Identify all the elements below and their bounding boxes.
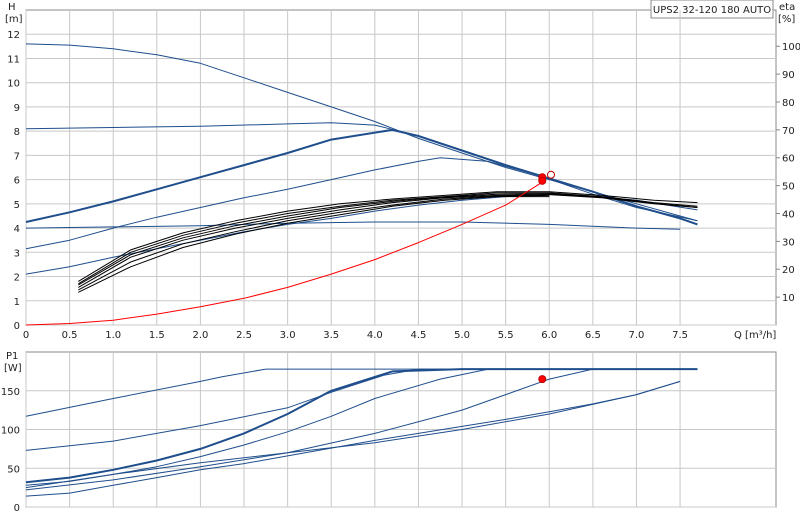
h-tick-label: 11	[7, 54, 20, 65]
h-tick-label: 0	[14, 321, 20, 332]
h-tick-label: 8	[14, 127, 20, 138]
h-axis-unit: [m]	[5, 14, 23, 25]
x-tick-label: 2.5	[236, 330, 252, 341]
eta-tick-label: 80	[782, 98, 795, 109]
eta-tick-label: 70	[782, 126, 795, 137]
p1-axis-label: P1	[6, 351, 18, 362]
power-operating-point-1	[538, 375, 547, 384]
q-axis-label: Q [m³/h]	[734, 330, 776, 341]
x-tick-label: 0	[23, 330, 29, 341]
x-tick-label: 5.5	[498, 330, 514, 341]
x-tick-label: 6.0	[541, 330, 557, 341]
x-tick-label: 7.0	[629, 330, 645, 341]
h-tick-label: 4	[14, 224, 20, 235]
x-tick-label: 3.0	[280, 330, 296, 341]
x-tick-label: 6.5	[585, 330, 601, 341]
p1-tick-label: 150	[1, 387, 20, 398]
p1-axis-unit: [W]	[4, 363, 22, 374]
x-tick-label: 2.0	[192, 330, 208, 341]
h-tick-label: 12	[7, 30, 20, 41]
eta-tick-label: 90	[782, 70, 795, 81]
h-tick-label: 3	[14, 248, 20, 259]
h-tick-label: 2	[14, 273, 20, 284]
h-tick-label: 6	[14, 176, 20, 187]
h-tick-label: 1	[14, 297, 20, 308]
h-tick-label: 5	[14, 200, 20, 211]
eta-tick-label: 30	[782, 237, 795, 248]
h-tick-label: 10	[7, 79, 20, 90]
model-label: UPS2 32-120 180 AUTO	[653, 5, 771, 16]
x-tick-label: 4.5	[410, 330, 426, 341]
p1-tick-label: 50	[7, 464, 20, 475]
head-operating-point-3	[547, 170, 555, 179]
eta-tick-label: 50	[782, 182, 795, 193]
head-operating-point-2	[538, 176, 547, 185]
eta-tick-label: 60	[782, 154, 795, 165]
x-tick-label: 3.5	[323, 330, 339, 341]
x-tick-label: 7.5	[672, 330, 688, 341]
x-tick-label: 1.5	[149, 330, 165, 341]
eta-tick-label: 40	[782, 209, 795, 220]
eta-axis-unit: [%]	[778, 14, 795, 25]
p1-tick-label: 0	[14, 503, 20, 514]
pump-curve-chart: UPS2 32-120 180 AUTO H [m] eta [%] Q [m³…	[0, 0, 800, 520]
x-tick-label: 0.5	[62, 330, 78, 341]
h-tick-label: 9	[14, 103, 20, 114]
x-tick-label: 5.0	[454, 330, 470, 341]
eta-tick-label: 20	[782, 265, 795, 276]
p1-tick-label: 100	[1, 426, 20, 437]
eta-axis-label: eta	[779, 2, 795, 13]
eta-tick-label: 100	[782, 42, 800, 53]
x-tick-label: 1.0	[105, 330, 121, 341]
x-tick-label: 4.0	[367, 330, 383, 341]
h-axis-label: H	[8, 2, 16, 13]
h-tick-label: 7	[14, 151, 20, 162]
pump-curve-figure: UPS2 32-120 180 AUTO H [m] eta [%] Q [m³…	[0, 0, 800, 520]
eta-tick-label: 10	[782, 293, 795, 304]
